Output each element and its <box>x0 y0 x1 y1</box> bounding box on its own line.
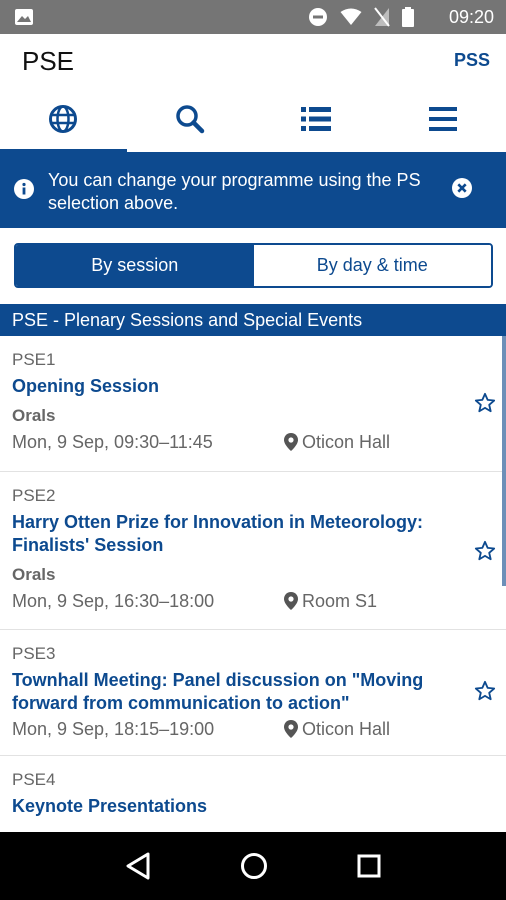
status-time: 09:20 <box>448 7 494 27</box>
room-label: Oticon Hall <box>302 719 391 739</box>
session-title[interactable]: Harry Otten Prize for Innovation in Mete… <box>12 511 442 557</box>
battery-icon <box>402 7 414 27</box>
by-day-time-button[interactable]: By day & time <box>253 245 491 286</box>
session-list: PSE1 Opening Session Orals Mon, 9 Sep, 0… <box>0 336 506 832</box>
tab-list[interactable] <box>253 86 380 152</box>
session-title[interactable]: Keynote Presentations <box>12 795 446 818</box>
recents-icon[interactable] <box>357 854 381 878</box>
session-code: PSE4 <box>12 770 56 789</box>
session-item[interactable]: PSE3 Townhall Meeting: Panel discussion … <box>0 630 506 756</box>
tab-menu[interactable] <box>380 86 506 152</box>
session-item[interactable]: PSE1 Opening Session Orals Mon, 9 Sep, 0… <box>0 336 506 472</box>
session-room: Oticon Hall <box>284 430 390 454</box>
no-signal-icon <box>374 7 390 27</box>
view-toggle: By session By day & time <box>14 243 493 288</box>
globe-icon <box>49 105 78 133</box>
image-icon <box>15 9 33 25</box>
session-code: PSE1 <box>12 350 56 369</box>
pss-button[interactable]: PSS <box>454 50 490 71</box>
section-header: PSE - Plenary Sessions and Special Event… <box>0 304 506 336</box>
session-room: Oticon Hall <box>284 717 390 741</box>
session-time: Mon, 9 Sep, 16:30–18:00 <box>12 591 215 611</box>
home-icon[interactable] <box>240 852 268 880</box>
favourite-star-icon[interactable] <box>474 392 496 414</box>
session-title[interactable]: Townhall Meeting: Panel discussion on "M… <box>12 669 442 715</box>
tab-bar <box>0 86 506 152</box>
session-item[interactable]: PSE4 Keynote Presentations <box>0 756 506 832</box>
location-pin-icon <box>284 433 298 451</box>
favourite-star-icon[interactable] <box>474 680 496 702</box>
do-not-disturb-icon <box>309 8 327 26</box>
session-room: Room S1 <box>284 589 377 613</box>
session-title[interactable]: Opening Session <box>12 375 446 398</box>
session-code: PSE3 <box>12 644 56 663</box>
location-pin-icon <box>284 592 298 610</box>
session-item[interactable]: PSE2 Harry Otten Prize for Innovation in… <box>0 472 506 630</box>
navigation-bar <box>0 832 506 900</box>
info-banner: You can change your programme using the … <box>0 152 506 228</box>
info-icon <box>14 179 34 199</box>
tab-search[interactable] <box>127 86 254 152</box>
room-label: Room S1 <box>302 591 378 611</box>
session-time: Mon, 9 Sep, 18:15–19:00 <box>12 719 215 739</box>
session-code: PSE2 <box>12 486 56 505</box>
list-icon <box>301 107 332 131</box>
room-label: Oticon Hall <box>302 432 391 452</box>
session-type: Orals <box>12 406 56 425</box>
menu-icon <box>428 107 457 131</box>
search-icon <box>176 105 204 134</box>
tab-globe[interactable] <box>0 86 127 152</box>
session-type: Orals <box>12 565 56 584</box>
app-bar: PSE PSS <box>0 34 506 86</box>
back-icon[interactable] <box>125 852 151 880</box>
wifi-icon <box>340 8 362 25</box>
session-meta: Mon, 9 Sep, 16:30–18:00 Room S1 <box>12 589 446 613</box>
location-pin-icon <box>284 720 298 738</box>
status-bar: 09:20 <box>0 0 506 34</box>
session-meta: Mon, 9 Sep, 09:30–11:45 Oticon Hall <box>12 430 446 454</box>
banner-text: You can change your programme using the … <box>48 170 421 213</box>
session-time: Mon, 9 Sep, 09:30–11:45 <box>12 432 213 452</box>
scrollbar[interactable] <box>502 336 506 586</box>
close-icon[interactable] <box>452 178 472 198</box>
page-title: PSE <box>22 46 75 76</box>
favourite-star-icon[interactable] <box>474 540 496 562</box>
session-meta: Mon, 9 Sep, 18:15–19:00 Oticon Hall <box>12 717 446 741</box>
by-session-button[interactable]: By session <box>16 245 254 286</box>
